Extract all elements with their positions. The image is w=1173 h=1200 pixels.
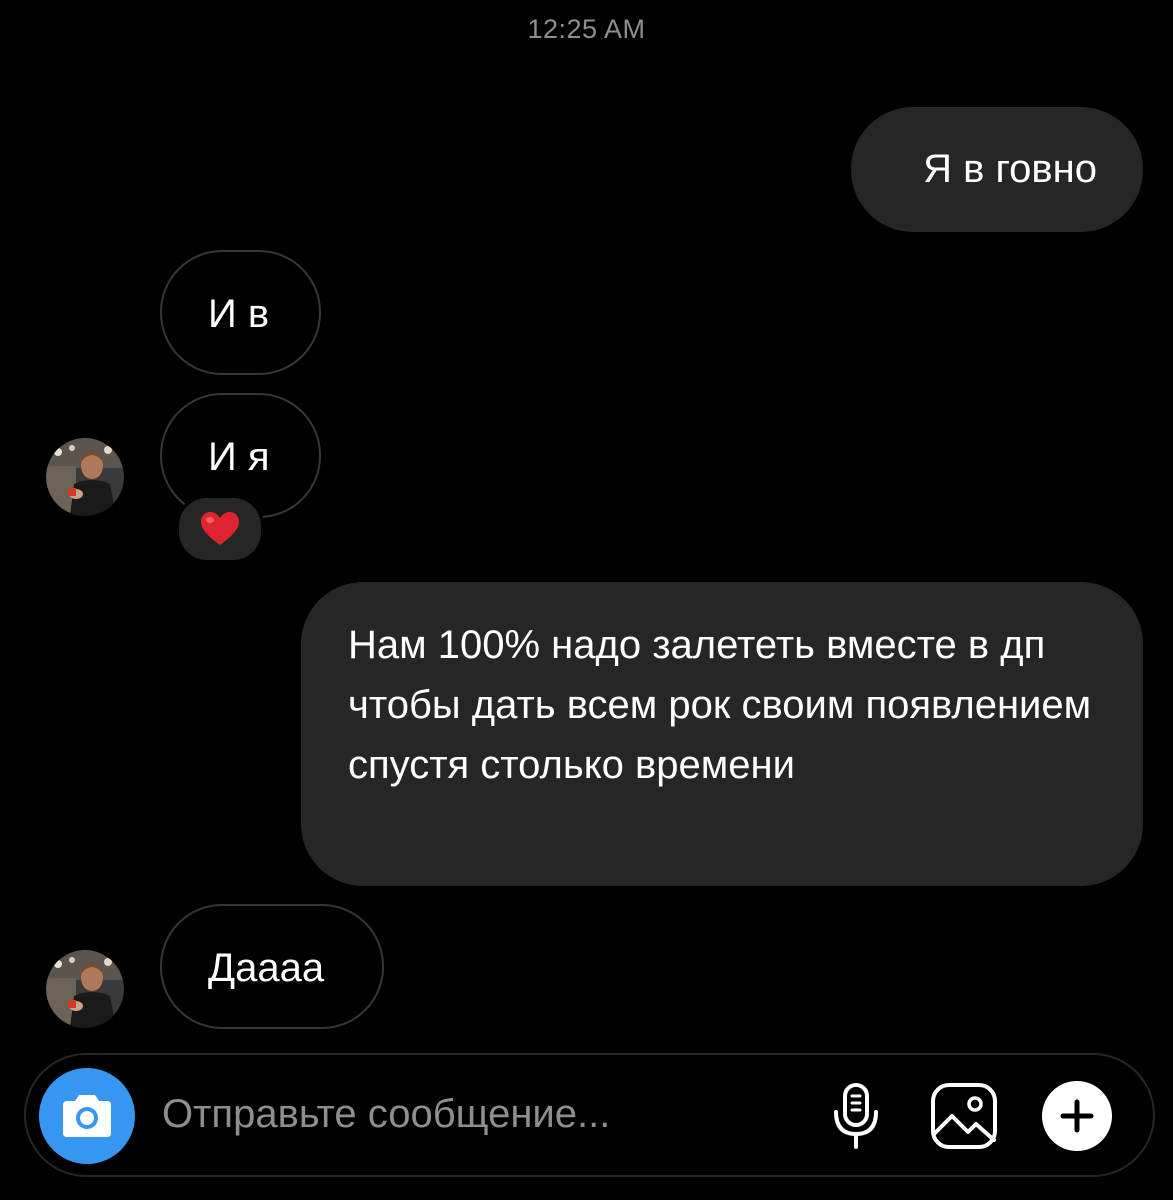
gallery-button[interactable] (929, 1081, 999, 1151)
microphone-icon (834, 1083, 878, 1149)
message-bubble-sent[interactable]: Я в говно (851, 107, 1143, 232)
plus-icon (1060, 1099, 1094, 1133)
message-composer (24, 1053, 1155, 1177)
gallery-icon (931, 1083, 997, 1149)
voice-message-button[interactable] (828, 1081, 884, 1151)
message-input[interactable] (162, 1089, 802, 1139)
camera-button[interactable] (39, 1068, 135, 1164)
more-options-button[interactable] (1042, 1081, 1112, 1151)
avatar[interactable] (46, 950, 124, 1028)
message-reaction[interactable] (176, 495, 264, 563)
avatar-photo (46, 438, 124, 516)
camera-icon (63, 1095, 111, 1137)
avatar-photo (46, 950, 124, 1028)
message-bubble-received[interactable]: И в (160, 250, 321, 375)
message-bubble-sent[interactable]: Нам 100% надо залететь вместе в дп чтобы… (301, 582, 1143, 886)
message-bubble-received[interactable]: Даааа (160, 904, 384, 1029)
avatar[interactable] (46, 438, 124, 516)
thread-timestamp: 12:25 AM (527, 14, 646, 44)
heart-icon (201, 512, 239, 545)
